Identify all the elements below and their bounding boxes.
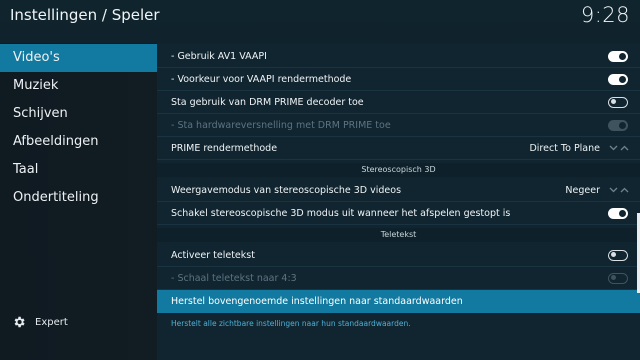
reset-defaults-button[interactable]: Herstel bovengenoemde instellingen naar … <box>157 290 640 313</box>
sidebar-item-schijven[interactable]: Schijven <box>0 100 157 128</box>
setting-stereo-3d-mode[interactable]: Weergavemodus van stereoscopische 3D vid… <box>157 179 640 202</box>
chevron-up-icon[interactable] <box>620 145 629 151</box>
clock: 9:28 <box>580 3 630 27</box>
setting-stereo-3d-disable-on-stop[interactable]: Schakel stereoscopische 3D modus uit wan… <box>157 202 640 225</box>
setting-drm-prime-hwaccel: - Sta hardwareversnelling met DRM PRIME … <box>157 114 640 137</box>
setting-label: Sta gebruik van DRM PRIME decoder toe <box>171 96 364 108</box>
sidebar-item-muziek[interactable]: Muziek <box>0 72 157 100</box>
setting-label: Schakel stereoscopische 3D modus uit wan… <box>171 207 511 219</box>
setting-label: PRIME rendermethode <box>171 142 278 154</box>
setting-label: Activeer teletekst <box>171 249 255 261</box>
expert-label: Expert <box>35 316 68 328</box>
setting-label: - Sta hardwareversnelling met DRM PRIME … <box>171 119 391 131</box>
toggle-disabled-icon <box>608 119 628 131</box>
setting-prime-rendermethod[interactable]: PRIME rendermethode Direct To Plane <box>157 137 640 160</box>
toggle-on-icon[interactable] <box>608 73 628 85</box>
setting-label: - Gebruik AV1 VAAPI <box>171 50 267 62</box>
sidebar-item-afbeeldingen[interactable]: Afbeeldingen <box>0 128 157 156</box>
setting-value: Direct To Plane <box>529 142 600 154</box>
reset-label: Herstel bovengenoemde instellingen naar … <box>171 296 463 307</box>
chevron-down-icon[interactable] <box>609 145 618 151</box>
setting-label: - Voorkeur voor VAAPI rendermethode <box>171 73 352 85</box>
setting-activate-teletext[interactable]: Activeer teletekst <box>157 244 640 267</box>
toggle-on-icon[interactable] <box>608 207 628 219</box>
setting-value: Negeer <box>565 184 600 196</box>
toggle-disabled-icon <box>608 272 628 284</box>
chevron-down-icon[interactable] <box>609 187 618 193</box>
spinner-arrows[interactable] <box>608 145 630 151</box>
setting-description: Herstelt alle zichtbare instellingen naa… <box>171 319 411 328</box>
setting-label: Weergavemodus van stereoscopische 3D vid… <box>171 184 402 196</box>
page-title: Instellingen / Speler <box>10 6 160 24</box>
sidebar-item-ondertiteling[interactable]: Ondertiteling <box>0 184 157 212</box>
gear-icon <box>14 316 25 328</box>
section-header-stereoscopic: Stereoscopisch 3D <box>157 163 640 177</box>
settings-panel: - Gebruik AV1 VAAPI - Voorkeur voor VAAP… <box>157 43 640 360</box>
setting-av1-vaapi[interactable]: - Gebruik AV1 VAAPI <box>157 45 640 68</box>
chevron-up-icon[interactable] <box>620 187 629 193</box>
toggle-on-icon[interactable] <box>608 50 628 62</box>
expert-level-button[interactable]: Expert <box>12 314 68 330</box>
sidebar-item-videos[interactable]: Video's <box>0 44 157 72</box>
setting-drm-prime-decoder[interactable]: Sta gebruik van DRM PRIME decoder toe <box>157 91 640 114</box>
section-header-teletext: Teletekst <box>157 228 640 242</box>
toggle-off-icon[interactable] <box>608 96 628 108</box>
spinner-arrows[interactable] <box>608 187 630 193</box>
sidebar: Video's Muziek Schijven Afbeeldingen Taa… <box>0 43 157 360</box>
setting-teletext-scale: - Schaal teletekst naar 4:3 <box>157 267 640 290</box>
sidebar-item-taal[interactable]: Taal <box>0 156 157 184</box>
setting-vaapi-rendermethod[interactable]: - Voorkeur voor VAAPI rendermethode <box>157 68 640 91</box>
toggle-off-icon[interactable] <box>608 249 628 261</box>
setting-label: - Schaal teletekst naar 4:3 <box>171 272 297 284</box>
